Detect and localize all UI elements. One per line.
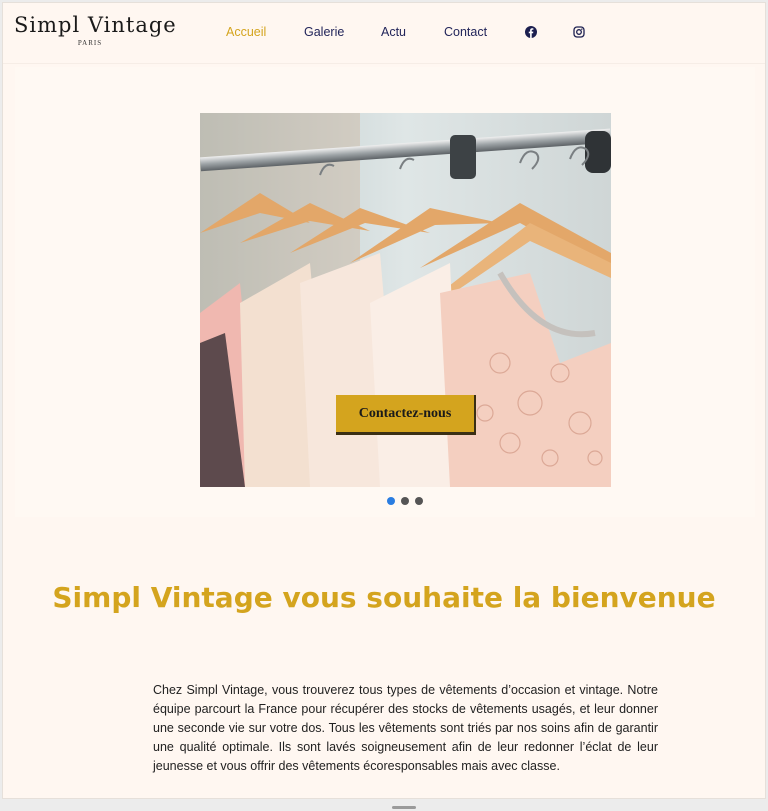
site-header: Simpl Vintage PARIS Accueil Galerie Actu… — [3, 3, 765, 61]
welcome-title: Simpl Vintage vous souhaite la bienvenue — [52, 581, 716, 614]
logo-subtitle: PARIS — [77, 39, 103, 47]
page: Simpl Vintage PARIS Accueil Galerie Actu… — [2, 2, 766, 799]
slider-dot-3[interactable] — [415, 497, 423, 505]
slider-dot-2[interactable] — [401, 497, 409, 505]
slider-dot-1[interactable] — [387, 497, 395, 505]
nav-item-galerie[interactable]: Galerie — [304, 25, 344, 39]
scroll-handle[interactable] — [392, 806, 416, 809]
contact-cta-button[interactable]: Contactez-nous — [336, 395, 476, 435]
logo[interactable]: Simpl Vintage PARIS — [14, 13, 177, 47]
instagram-icon[interactable] — [573, 26, 585, 38]
header-divider — [3, 63, 765, 64]
welcome-text: Chez Simpl Vintage, vous trouverez tous … — [153, 683, 658, 773]
nav-item-contact[interactable]: Contact — [444, 25, 487, 39]
facebook-icon[interactable] — [525, 26, 537, 38]
logo-name: Simpl Vintage — [14, 13, 177, 37]
nav-item-actu[interactable]: Actu — [381, 25, 406, 39]
nav-item-accueil[interactable]: Accueil — [226, 25, 266, 39]
